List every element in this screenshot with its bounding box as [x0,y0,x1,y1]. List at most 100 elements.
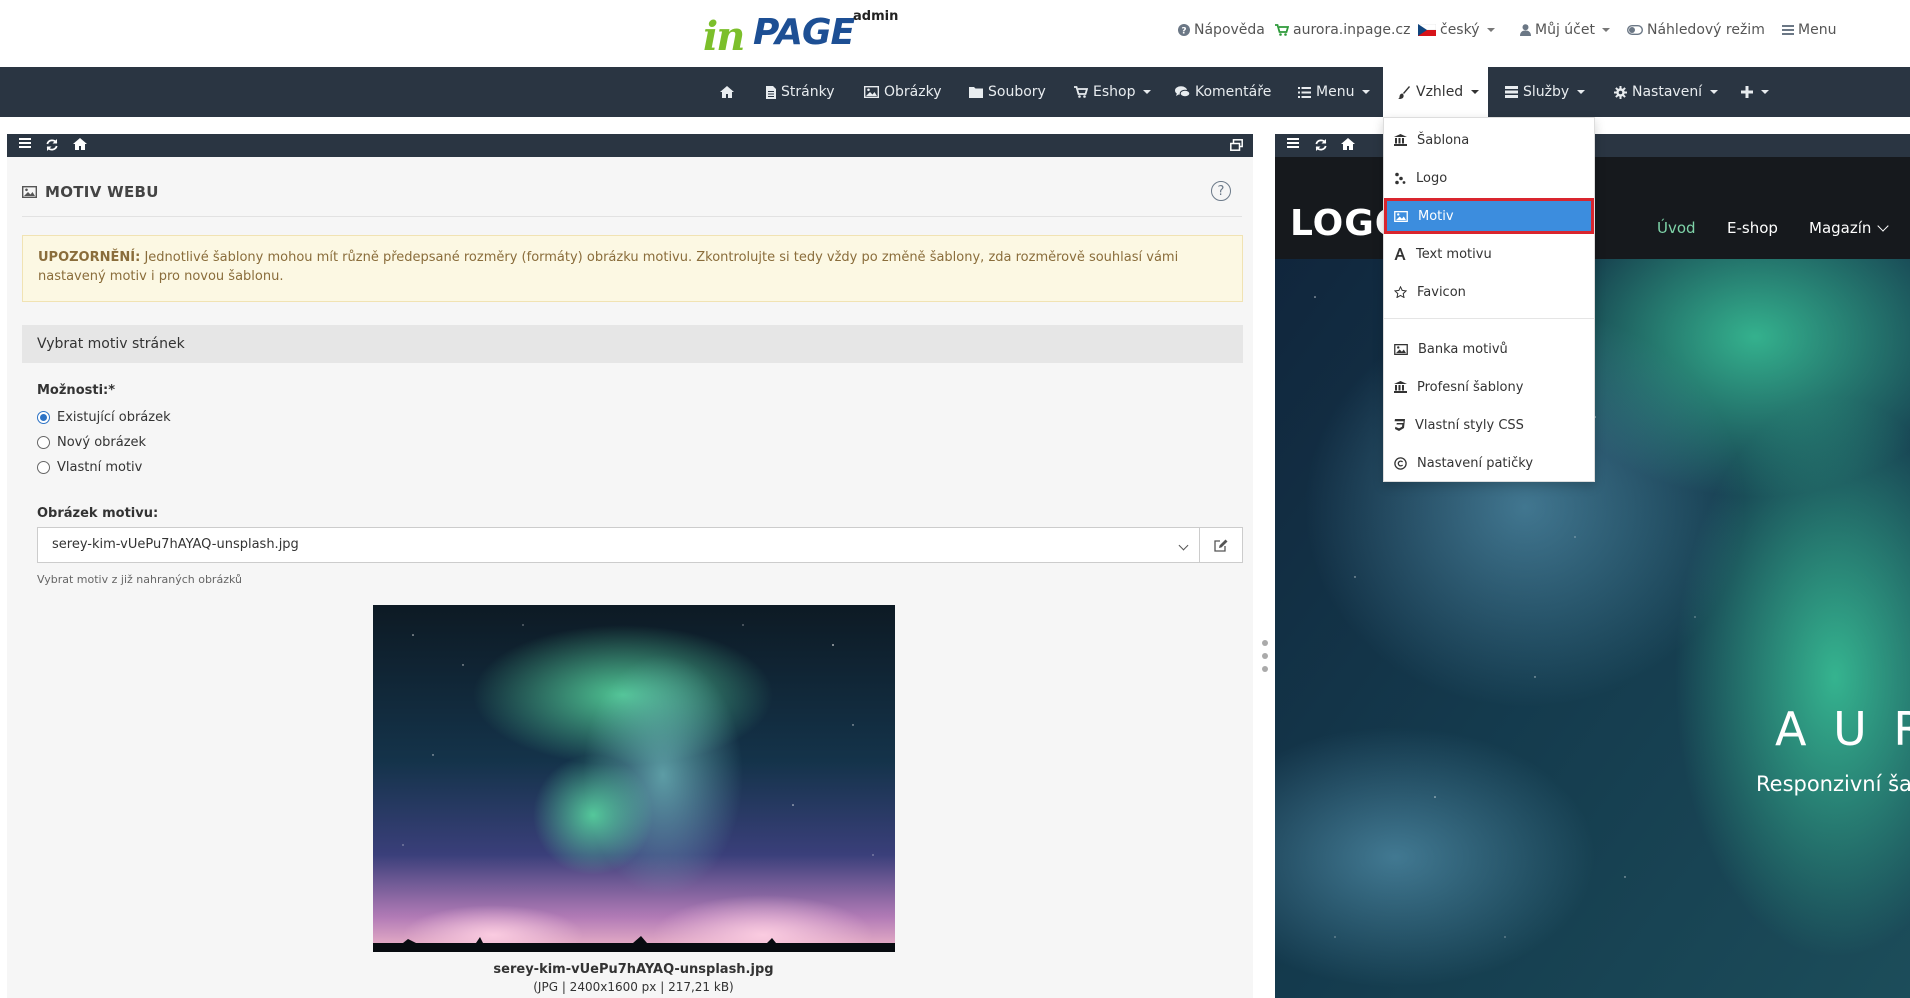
nav-services-label: Služby [1523,84,1570,100]
logo-page: PAGE [753,12,855,53]
menu-item-template[interactable]: Šablona [1384,122,1594,158]
menu-item-favicon[interactable]: Favicon [1384,274,1594,310]
menu-item-footer-settings[interactable]: Nastavení patičky [1384,445,1594,481]
nav-home[interactable] [720,67,734,117]
preview-menu-eshop[interactable]: E-shop [1727,219,1778,237]
site-label: aurora.inpage.cz [1293,22,1411,38]
star-icon [1394,286,1407,298]
caret-down-icon [1486,28,1495,32]
preview-hero-subtitle: Responzivní šab [1756,772,1910,796]
help-button-label: ? [1217,183,1225,199]
nav-files-label: Soubory [988,84,1046,100]
question-circle-icon: ? [1178,24,1190,36]
css3-icon [1394,419,1405,431]
caret-down-icon [1143,90,1152,94]
nav-services[interactable]: Služby [1505,67,1586,117]
nav-menu-label: Menu [1316,84,1355,100]
menu-item-label: Logo [1416,170,1448,186]
splitter-dot [1262,666,1268,672]
help-label: Nápověda [1194,22,1265,38]
nav-images[interactable]: Obrázky [864,67,941,117]
menu-item-custom-css[interactable]: Vlastní styly CSS [1384,407,1594,443]
editor-toolbar [7,134,1253,157]
image-file-name: serey-kim-vUePu7hAYAQ-unsplash.jpg [493,962,774,977]
radio-label: Existující obrázek [57,410,171,425]
bars-icon[interactable] [1287,138,1299,148]
chevron-down-icon [1877,220,1890,232]
list-icon [1298,86,1311,98]
inpage-logo[interactable]: in PAGE admin [703,6,903,60]
divider [22,216,1242,217]
image-file-meta: (JPG | 2400x1600 px | 217,21 kB) [533,980,734,994]
radio-button[interactable] [37,436,50,449]
radio-existing-image[interactable]: Existující obrázek [37,410,171,425]
language-dropdown[interactable]: český [1418,22,1495,38]
czech-flag-icon [1418,24,1436,36]
refresh-icon[interactable] [46,139,58,151]
nav-pages[interactable]: Stránky [766,67,834,117]
menu-item-label: Šablona [1417,132,1470,148]
image-icon [22,186,37,198]
brush-icon [1398,85,1410,99]
radio-label: Nový obrázek [57,435,147,450]
radio-button[interactable] [37,461,50,474]
theme-editor-panel: MOTIV WEBU ? UPOZORNĚNÍ: Jednotlivé šabl… [7,157,1253,998]
folder-icon [969,87,983,98]
window-restore-icon[interactable] [1230,139,1243,151]
image-icon [864,86,879,98]
preview-mode-toggle[interactable]: Náhledový režim [1627,22,1765,38]
alert-text: Jednotlivé šablony mohou mít různě přede… [38,250,1179,284]
aurora-image [373,605,895,952]
nav-comments[interactable]: Komentáře [1175,67,1271,117]
menu-item-motif[interactable]: Motiv [1384,198,1594,234]
caret-down-icon [1761,90,1769,94]
radio-new-image[interactable]: Nový obrázek [37,435,146,450]
panel-splitter[interactable] [1260,640,1270,690]
radio-button[interactable] [37,411,50,424]
menu-item-label: Motiv [1418,208,1454,224]
nav-settings[interactable]: Nastavení [1614,67,1719,117]
preview-menu-magazine[interactable]: Magazín [1809,219,1890,237]
home-icon[interactable] [73,138,87,150]
main-menu-button[interactable]: Menu [1782,22,1836,38]
site-link[interactable]: aurora.inpage.cz [1275,22,1410,38]
nav-files[interactable]: Soubory [969,67,1046,117]
nav-appearance-label: Vzhled [1416,84,1464,100]
account-dropdown[interactable]: Můj účet [1520,22,1610,38]
help-button[interactable]: ? [1211,181,1231,201]
nav-settings-label: Nastavení [1632,84,1703,100]
page-title: MOTIV WEBU [22,183,159,201]
nav-appearance[interactable]: Vzhled [1383,67,1488,117]
cart-icon [1275,24,1289,36]
help-link[interactable]: ? Nápověda [1178,22,1265,38]
image-select-value: serey-kim-vUePu7hAYAQ-unsplash.jpg [52,537,299,552]
nav-eshop-label: Eshop [1093,84,1136,100]
image-select[interactable]: serey-kim-vUePu7hAYAQ-unsplash.jpg [37,527,1200,563]
font-icon [1394,248,1406,260]
menu-item-motif-bank[interactable]: Banka motivů [1384,331,1594,367]
main-navbar: Stránky Obrázky Soubory Eshop Komentáře … [0,67,1910,117]
language-label: český [1440,22,1480,38]
edit-icon [1214,539,1228,552]
menu-item-logo[interactable]: Logo [1384,160,1594,196]
home-icon [720,86,734,98]
edit-image-button[interactable] [1200,527,1243,563]
file-icon [766,85,776,99]
caret-down-icon [1710,90,1719,94]
alert-label: UPOZORNĚNÍ: [38,250,141,265]
radio-custom-motif[interactable]: Vlastní motiv [37,460,142,475]
refresh-icon[interactable] [1315,139,1327,151]
appearance-dropdown-menu: Šablona Logo Motiv Text motivu Favicon B… [1383,117,1595,482]
menu-item-label: Text motivu [1416,246,1492,262]
nav-menu[interactable]: Menu [1298,67,1371,117]
bars-icon[interactable] [19,138,31,148]
image-label: Obrázek motivu: [37,506,159,521]
home-icon[interactable] [1341,138,1355,150]
nav-add[interactable] [1741,67,1769,117]
menu-item-motif-text[interactable]: Text motivu [1384,236,1594,272]
preview-menu-home[interactable]: Úvod [1657,219,1696,237]
radio-label: Vlastní motiv [57,460,143,475]
nav-eshop[interactable]: Eshop [1074,67,1152,117]
menu-item-professional-templates[interactable]: Profesní šablony [1384,369,1594,405]
options-label: Možnosti:* [37,383,116,398]
